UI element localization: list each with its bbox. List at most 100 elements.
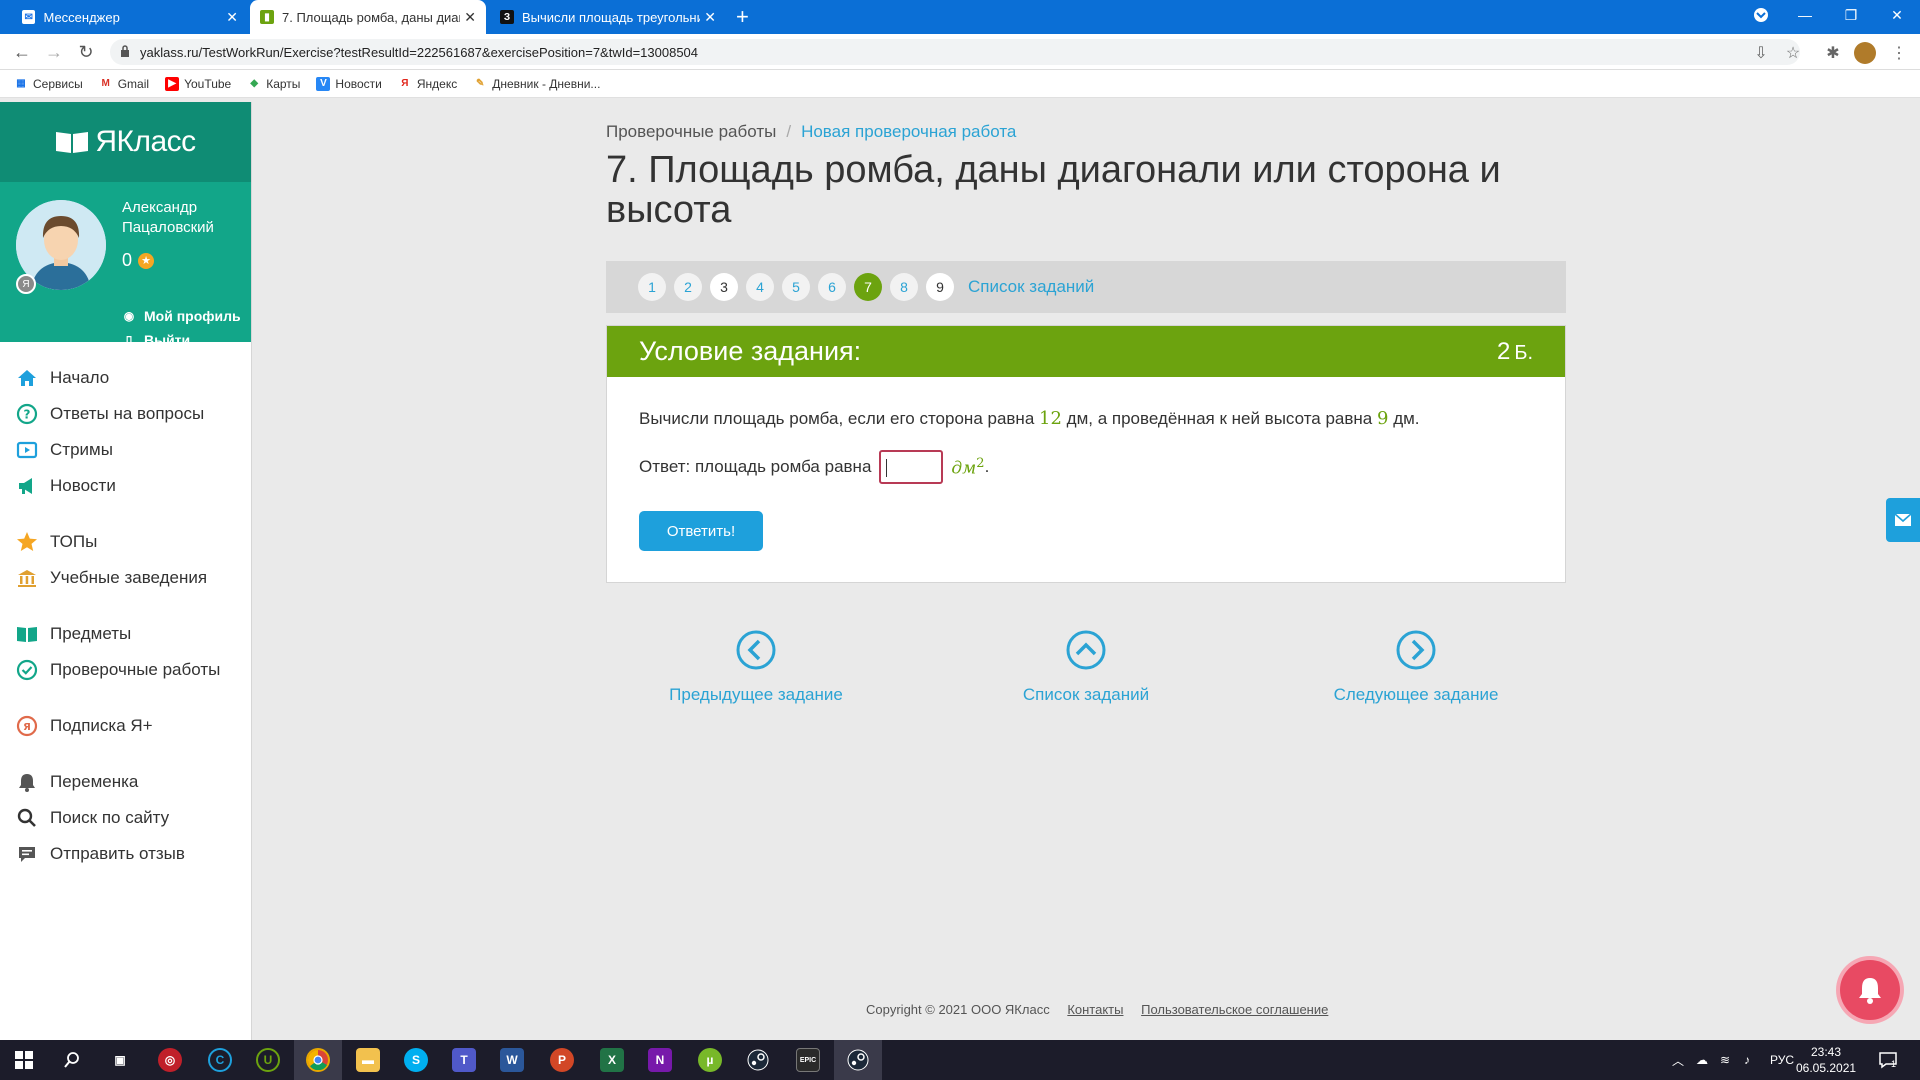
task-view-icon[interactable]: ▣ <box>108 1048 132 1072</box>
page-1-button[interactable]: 1 <box>638 273 666 301</box>
action-center-icon[interactable]: 1 <box>1878 1040 1897 1080</box>
tab-triangle-area[interactable]: З Вычисли площадь треугольник ✕ <box>490 0 726 34</box>
extensions-icon[interactable]: ✱ <box>1822 42 1844 64</box>
sidebar-item-tops[interactable]: ТОПы <box>16 530 97 554</box>
file-explorer-icon[interactable]: ▬ <box>356 1048 380 1072</box>
close-window-button[interactable]: ✕ <box>1874 0 1920 30</box>
bookmark-news[interactable]: V Новости <box>316 76 382 91</box>
tab-current-exercise[interactable]: ▮ 7. Площадь ромба, даны диагона ✕ <box>250 0 486 34</box>
question-icon: ? <box>16 403 38 425</box>
yaklass-favicon-icon: ▮ <box>260 10 274 24</box>
skype-icon[interactable]: S <box>404 1048 428 1072</box>
reload-button[interactable]: ↻ <box>74 40 98 64</box>
agreement-link[interactable]: Пользовательское соглашение <box>1141 1002 1328 1017</box>
forward-button[interactable]: → <box>42 40 66 64</box>
utorrent-icon[interactable]: µ <box>698 1048 722 1072</box>
bell-icon <box>1859 978 1881 1004</box>
sidebar-item-subscription[interactable]: Я Подписка Я+ <box>16 714 153 738</box>
page-3-button[interactable]: 3 <box>710 273 738 301</box>
page-4-button[interactable]: 4 <box>746 273 774 301</box>
bookmark-gmail[interactable]: M Gmail <box>99 77 150 91</box>
answer-input[interactable] <box>879 450 944 484</box>
browser-tab-bar: ✉ Мессенджер ✕ ▮ 7. Площадь ромба, даны … <box>0 0 1920 34</box>
my-profile-link[interactable]: ◉ Мой профиль <box>122 308 241 324</box>
sidebar-item-break[interactable]: Переменка <box>16 770 138 794</box>
chrome-icon[interactable] <box>306 1048 330 1072</box>
sidebar-item-news[interactable]: Новости <box>16 474 116 498</box>
page-8-button[interactable]: 8 <box>890 273 918 301</box>
sidebar-item-feedback[interactable]: Отправить отзыв <box>16 842 185 866</box>
tray-volume-icon[interactable]: ♪ <box>1744 1040 1750 1080</box>
onenote-icon[interactable]: N <box>648 1048 672 1072</box>
page-9-button[interactable]: 9 <box>926 273 954 301</box>
url-field[interactable]: yaklass.ru/TestWorkRun/Exercise?testResu… <box>110 39 1800 65</box>
play-icon <box>16 439 38 461</box>
menu-kebab-icon[interactable]: ⋮ <box>1888 42 1910 64</box>
ccleaner-icon[interactable]: C <box>208 1048 232 1072</box>
sidebar-item-subjects[interactable]: Предметы <box>16 622 131 646</box>
close-tab-icon[interactable]: ✕ <box>226 9 238 26</box>
sidebar-item-tests[interactable]: Проверочные работы <box>16 658 220 682</box>
bookmark-services[interactable]: ▦ Сервисы <box>14 77 82 91</box>
bookmark-youtube[interactable]: ▶ YouTube <box>165 76 231 91</box>
profile-avatar-icon[interactable] <box>1854 42 1876 64</box>
teams-icon[interactable]: T <box>452 1048 476 1072</box>
bookmark-star-icon[interactable]: ☆ <box>1782 42 1804 64</box>
page-6-button[interactable]: 6 <box>818 273 846 301</box>
bookmark-maps[interactable]: ◆ Карты <box>247 77 300 91</box>
system-clock[interactable]: 23:43 06.05.2021 <box>1796 1044 1856 1076</box>
task-list-nav-link[interactable]: Список заданий <box>976 630 1196 705</box>
tray-chevron-up-icon[interactable]: ︿ <box>1672 1040 1684 1080</box>
sidebar-item-streams[interactable]: Стримы <box>16 438 113 462</box>
close-tab-icon[interactable]: ✕ <box>464 9 476 26</box>
utorrent-style-icon[interactable]: U <box>256 1048 280 1072</box>
contacts-link[interactable]: Контакты <box>1067 1002 1123 1017</box>
back-button[interactable]: ← <box>10 40 34 64</box>
task-list-link[interactable]: Список заданий <box>968 277 1094 297</box>
search-icon[interactable] <box>60 1048 84 1072</box>
points-counter: 0 ★ <box>122 250 155 271</box>
tray-wifi-icon[interactable]: ≋ <box>1720 1040 1730 1080</box>
messenger-icon: ✉ <box>22 10 36 24</box>
chevron-right-circle-icon <box>1396 630 1436 670</box>
powerpoint-icon[interactable]: P <box>550 1048 574 1072</box>
previous-task-link[interactable]: Предыдущее задание <box>646 630 866 705</box>
tray-network-drive-icon[interactable]: ☁ <box>1696 1040 1708 1080</box>
submit-answer-button[interactable]: Ответить! <box>639 511 763 551</box>
page-2-button[interactable]: 2 <box>674 273 702 301</box>
lock-icon <box>121 45 129 57</box>
steam-active-icon[interactable] <box>846 1048 870 1072</box>
bookmark-yandex[interactable]: Я Яндекс <box>398 77 457 91</box>
tab-search-icon[interactable] <box>1738 0 1784 30</box>
minimize-button[interactable]: — <box>1782 0 1828 30</box>
sidebar-item-home[interactable]: Начало <box>16 366 109 390</box>
check-circle-icon <box>16 659 38 681</box>
sidebar-item-answers[interactable]: ? Ответы на вопросы <box>16 402 204 426</box>
site-logo[interactable]: ЯКласс <box>0 102 251 182</box>
notifications-bell-button[interactable] <box>1840 960 1900 1020</box>
sidebar-item-schools[interactable]: Учебные заведения <box>16 566 207 590</box>
epic-games-icon[interactable]: EPIC <box>796 1048 820 1072</box>
user-name[interactable]: Александр Пацаловский <box>122 198 242 238</box>
app-red-icon[interactable]: ◎ <box>158 1048 182 1072</box>
page-5-button[interactable]: 5 <box>782 273 810 301</box>
feedback-mail-tab[interactable] <box>1886 498 1920 542</box>
breadcrumb-root[interactable]: Проверочные работы <box>606 122 776 141</box>
breadcrumb-current[interactable]: Новая проверочная работа <box>801 122 1016 141</box>
new-tab-button[interactable]: + <box>736 4 749 30</box>
next-task-link[interactable]: Следующее задание <box>1306 630 1526 705</box>
install-app-icon[interactable]: ⇩ <box>1750 42 1772 64</box>
excel-icon[interactable]: X <box>600 1048 624 1072</box>
language-indicator[interactable]: РУС <box>1770 1040 1794 1080</box>
search-icon <box>16 807 38 829</box>
word-icon[interactable]: W <box>500 1048 524 1072</box>
close-tab-icon[interactable]: ✕ <box>704 9 716 26</box>
windows-start-icon[interactable] <box>12 1048 36 1072</box>
bookmark-dnevnik[interactable]: ✎ Дневник - Дневни... <box>473 77 600 91</box>
restore-button[interactable]: ❐ <box>1828 0 1874 30</box>
tab-messenger[interactable]: ✉ Мессенджер ✕ <box>12 0 248 34</box>
steam-icon[interactable] <box>746 1048 770 1072</box>
sidebar-item-search[interactable]: Поиск по сайту <box>16 806 169 830</box>
logout-link[interactable]: ▯ Выйти <box>122 332 190 348</box>
page-7-button[interactable]: 7 <box>854 273 882 301</box>
